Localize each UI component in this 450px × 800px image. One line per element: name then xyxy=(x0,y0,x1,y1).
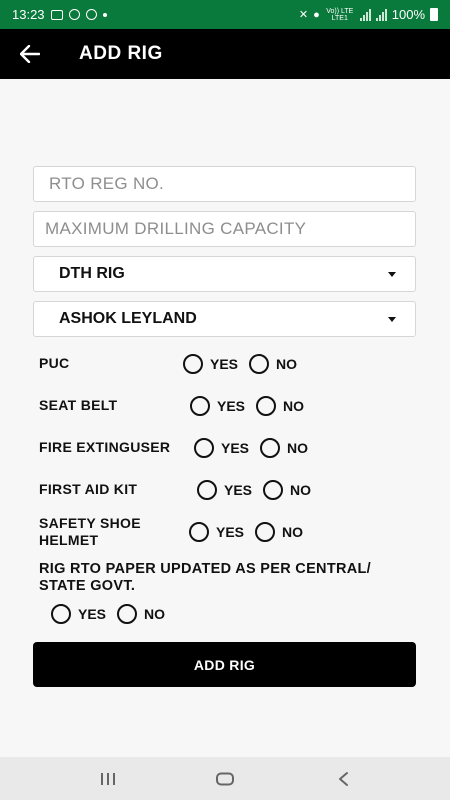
fire-extinguser-no-label[interactable]: NO xyxy=(287,440,308,456)
first-aid-kit-label: FIRST AID KIT xyxy=(39,481,138,497)
caret-down-icon xyxy=(388,317,396,322)
rto-paper-yes-radio[interactable] xyxy=(51,604,71,624)
cloud-icon xyxy=(68,9,80,20)
home-icon[interactable] xyxy=(214,769,236,789)
seat-belt-no-radio[interactable] xyxy=(256,396,277,416)
seat-belt-yes-radio[interactable] xyxy=(190,396,210,416)
max-drilling-capacity-input[interactable]: MAXIMUM DRILLING CAPACITY xyxy=(33,211,416,247)
fire-extinguser-label: FIRE EXTINGUSER xyxy=(39,439,171,455)
puc-yes-radio[interactable] xyxy=(183,354,203,374)
rto-paper-label: RIG RTO PAPER UPDATED AS PER CENTRAL/ ST… xyxy=(39,561,371,595)
fire-extinguser-radio-group: YES NO xyxy=(194,438,308,458)
rig-type-select[interactable]: DTH RIG xyxy=(33,256,416,292)
rto-paper-label-line2: STATE GOVT. xyxy=(39,578,136,594)
make-select[interactable]: ASHOK LEYLAND xyxy=(33,301,416,337)
signal-2-icon xyxy=(375,8,387,21)
rto-paper-radio-group: YES NO xyxy=(51,604,165,624)
mute-icon: ✕ xyxy=(298,9,309,21)
location-icon: ● xyxy=(313,8,320,21)
fire-extinguser-no-radio[interactable] xyxy=(260,438,281,458)
first-aid-kit-yes-label[interactable]: YES xyxy=(224,482,252,498)
status-bar: 13:23 ✕ ● Vo)) LTE LTE1 100% xyxy=(0,0,450,29)
rto-paper-no-radio[interactable] xyxy=(117,604,138,624)
app-bar: ADD RIG xyxy=(0,29,450,79)
caret-down-icon xyxy=(388,272,396,277)
puc-radio-group: YES NO xyxy=(183,354,297,374)
first-aid-kit-no-label[interactable]: NO xyxy=(290,482,311,498)
back-arrow-icon[interactable] xyxy=(0,29,60,79)
safety-no-label[interactable]: NO xyxy=(282,524,303,540)
gallery-icon xyxy=(50,9,63,20)
rig-type-value: DTH RIG xyxy=(59,265,125,282)
status-time: 13:23 xyxy=(12,7,45,22)
first-aid-kit-radio-group: YES NO xyxy=(197,480,311,500)
status-right: ✕ ● Vo)) LTE LTE1 100% xyxy=(299,7,438,22)
rto-paper-no-label[interactable]: NO xyxy=(144,606,165,622)
battery-percent: 100% xyxy=(391,7,425,22)
system-nav-bar xyxy=(0,757,450,800)
puc-yes-label[interactable]: YES xyxy=(210,356,238,372)
more-notifications-icon xyxy=(102,12,107,17)
make-value: ASHOK LEYLAND xyxy=(59,310,197,327)
page-title: ADD RIG xyxy=(79,43,163,64)
safety-radio-group: YES NO xyxy=(189,522,303,542)
fire-extinguser-yes-radio[interactable] xyxy=(194,438,214,458)
safety-label-line2: HELMET xyxy=(39,532,99,548)
seat-belt-no-label[interactable]: NO xyxy=(283,398,304,414)
rto-paper-label-line1: RIG RTO PAPER UPDATED AS PER CENTRAL/ xyxy=(39,561,372,577)
seat-belt-label: SEAT BELT xyxy=(39,397,118,413)
nav-back-icon[interactable] xyxy=(334,769,352,789)
recents-icon[interactable] xyxy=(97,769,119,789)
safety-yes-radio[interactable] xyxy=(189,522,209,542)
safety-label-line1: SAFETY SHOE xyxy=(39,515,141,531)
status-left: 13:23 xyxy=(12,7,107,22)
first-aid-kit-no-radio[interactable] xyxy=(263,480,284,500)
seat-belt-radio-group: YES NO xyxy=(190,396,304,416)
add-rig-button[interactable]: ADD RIG xyxy=(33,642,416,687)
rto-paper-yes-label[interactable]: YES xyxy=(78,606,106,622)
safety-shoe-helmet-label: SAFETY SHOE HELMET xyxy=(39,515,141,549)
puc-no-label[interactable]: NO xyxy=(276,356,297,372)
safety-yes-label[interactable]: YES xyxy=(216,524,244,540)
first-aid-kit-yes-radio[interactable] xyxy=(197,480,217,500)
battery-icon xyxy=(430,8,438,21)
rto-reg-input[interactable]: RTO REG NO. xyxy=(33,166,416,202)
seat-belt-yes-label[interactable]: YES xyxy=(217,398,245,414)
safety-no-radio[interactable] xyxy=(255,522,276,542)
fire-extinguser-yes-label[interactable]: YES xyxy=(221,440,249,456)
puc-no-radio[interactable] xyxy=(249,354,270,374)
app-notification-icon xyxy=(85,9,97,20)
network-type-label: Vo)) LTE LTE1 xyxy=(326,7,354,22)
puc-label: PUC xyxy=(39,355,70,371)
signal-icon xyxy=(359,8,371,21)
